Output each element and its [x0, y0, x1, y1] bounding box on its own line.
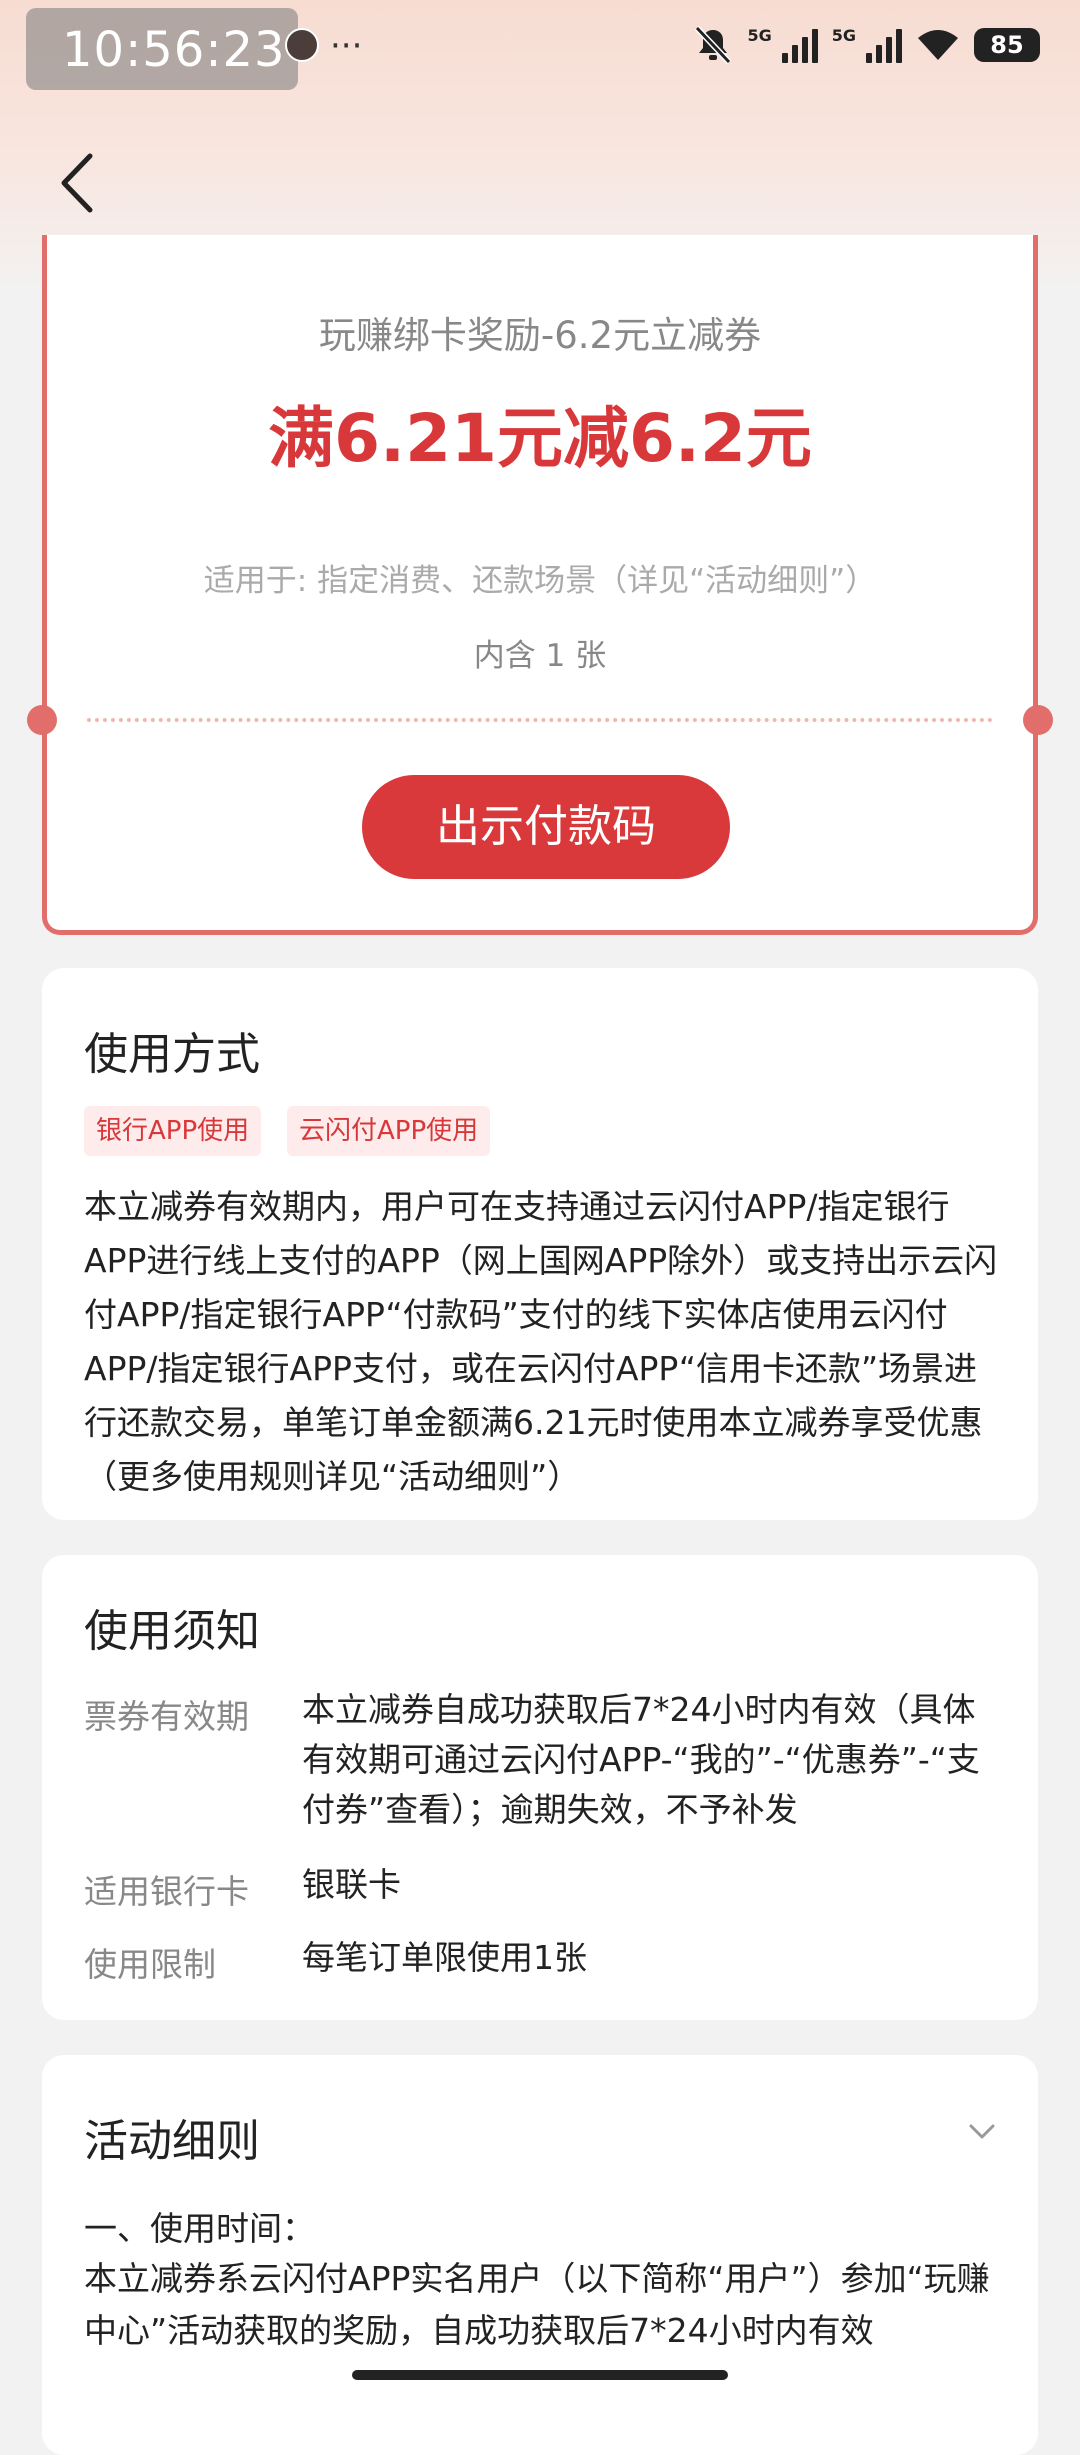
- coupon-amount: 满6.21元减6.2元: [268, 400, 812, 477]
- signal-icon: [781, 27, 818, 63]
- coupon-perforation: [87, 718, 993, 722]
- chevron-down-icon[interactable]: [968, 2117, 996, 2145]
- back-arrow-icon[interactable]: [56, 150, 100, 216]
- validity-value: 本立减券自成功获取后7*24小时内有效（具体有效期可通过云闪付APP-“我的”-…: [302, 1690, 980, 1829]
- network-5g-label-2: 5G: [831, 26, 856, 45]
- coupon-title: 玩赚绑卡奖励-6.2元立减券: [318, 314, 762, 357]
- status-right: 5G 5G 85: [693, 26, 1040, 64]
- coupon-card: 玩赚绑卡奖励-6.2元立减券 满6.21元减6.2元 适用于: 指定消费、还款场…: [27, 235, 1053, 935]
- signal-icon-2: [866, 27, 902, 63]
- status-time: 10:56:23: [62, 22, 286, 78]
- battery-indicator: 85: [974, 28, 1040, 62]
- coupon-notch-left: [27, 705, 57, 735]
- coupon-scope: 适用于: 指定消费、还款场景（详见“活动细则”）: [203, 563, 877, 599]
- coupon-notch-right: [1023, 705, 1053, 735]
- usage-card: 使用方式 银行APP使用 云闪付APP使用 本立减券有效期内，用户可在支持通过云…: [42, 968, 1038, 1520]
- rules-section-1: 一、使用时间：: [84, 2209, 315, 2248]
- more-notifications-icon: ···: [330, 26, 363, 66]
- rules-card[interactable]: 活动细则 一、使用时间： 本立减券系云闪付APP实名用户（以下简称“用户”）参加…: [42, 2055, 1038, 2455]
- notice-card: 使用须知 票券有效期 本立减券自成功获取后7*24小时内有效（具体有效期可通过云…: [42, 1555, 1038, 2020]
- usage-heading: 使用方式: [84, 1029, 260, 1080]
- tag-unionpay-app: 云闪付APP使用: [287, 1106, 491, 1156]
- status-bar: 10:56:23 ··· 5G 5G 85: [0, 0, 1080, 100]
- network-5g-label: 5G: [747, 26, 772, 45]
- tag-bank-app: 银行APP使用: [84, 1106, 262, 1156]
- mute-icon: [695, 26, 732, 64]
- coupon-count: 内含 1 张: [473, 638, 607, 674]
- card-type-value: 银联卡: [302, 1865, 401, 1904]
- avatar-icon: [285, 28, 319, 62]
- show-payment-code-button[interactable]: 出示付款码: [362, 775, 730, 879]
- rules-text: 本立减券系云闪付APP实名用户（以下简称“用户”）参加“玩赚中心”活动获取的奖励…: [84, 2259, 990, 2350]
- home-indicator[interactable]: [352, 2370, 728, 2380]
- wifi-icon: [918, 30, 958, 60]
- usage-description: 本立减券有效期内，用户可在支持通过云闪付APP/指定银行APP进行线上支付的AP…: [84, 1187, 998, 1496]
- notice-heading: 使用须知: [84, 1606, 260, 1657]
- rules-heading: 活动细则: [84, 2116, 260, 2167]
- limit-value: 每笔订单限使用1张: [302, 1938, 587, 1977]
- validity-label: 票券有效期: [84, 1697, 249, 1736]
- card-type-label: 适用银行卡: [84, 1872, 249, 1911]
- limit-label: 使用限制: [84, 1945, 216, 1984]
